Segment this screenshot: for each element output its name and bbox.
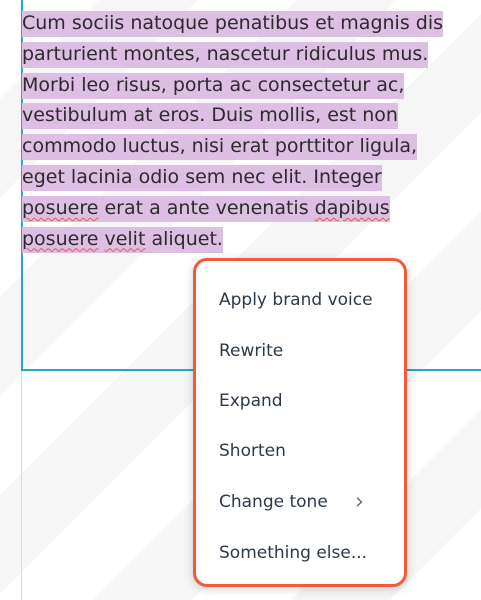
menu-item-label: Apply brand voice <box>219 290 373 310</box>
menu-item-label: Shorten <box>219 441 286 461</box>
misspelled-word[interactable]: dapibus <box>315 197 390 219</box>
selected-paragraph[interactable]: Cum sociis natoque penatibus et magnis d… <box>22 8 474 254</box>
text-line: parturient montes, nascetur ridiculus mu… <box>22 41 429 68</box>
menu-item-something-else[interactable]: Something else... <box>219 535 394 571</box>
ai-assistant-context-menu: Apply brand voice Rewrite Expand Shorten… <box>193 258 407 587</box>
menu-item-rewrite[interactable]: Rewrite <box>219 333 394 369</box>
misspelled-word[interactable]: velit <box>104 228 145 250</box>
editor-divider <box>21 371 22 600</box>
menu-item-expand[interactable]: Expand <box>219 383 394 419</box>
menu-item-shorten[interactable]: Shorten <box>219 433 394 469</box>
menu-item-apply-brand-voice[interactable]: Apply brand voice <box>219 282 394 318</box>
menu-item-label: Something else... <box>219 543 368 563</box>
menu-item-label: Change tone <box>219 492 328 512</box>
chevron-right-icon <box>356 497 363 507</box>
menu-item-label: Expand <box>219 391 283 411</box>
menu-item-change-tone[interactable]: Change tone <box>219 484 394 520</box>
text-line: commodo luctus, nisi erat porttitor ligu… <box>22 134 418 161</box>
misspelled-word[interactable]: posuere <box>22 197 98 219</box>
text-line: Morbi leo risus, porta ac consectetur ac… <box>22 72 405 99</box>
text-line: posuere velit aliquet. <box>22 226 223 253</box>
menu-item-label: Rewrite <box>219 341 284 361</box>
text-line: posuere erat a ante venenatis dapibus <box>22 195 390 222</box>
text-line: eget lacinia odio sem nec elit. Integer <box>22 164 382 191</box>
text-line: Cum sociis natoque penatibus et magnis d… <box>22 11 444 37</box>
misspelled-word[interactable]: posuere <box>22 228 98 250</box>
text-line: vestibulum at eros. Duis mollis, est non <box>22 103 398 130</box>
